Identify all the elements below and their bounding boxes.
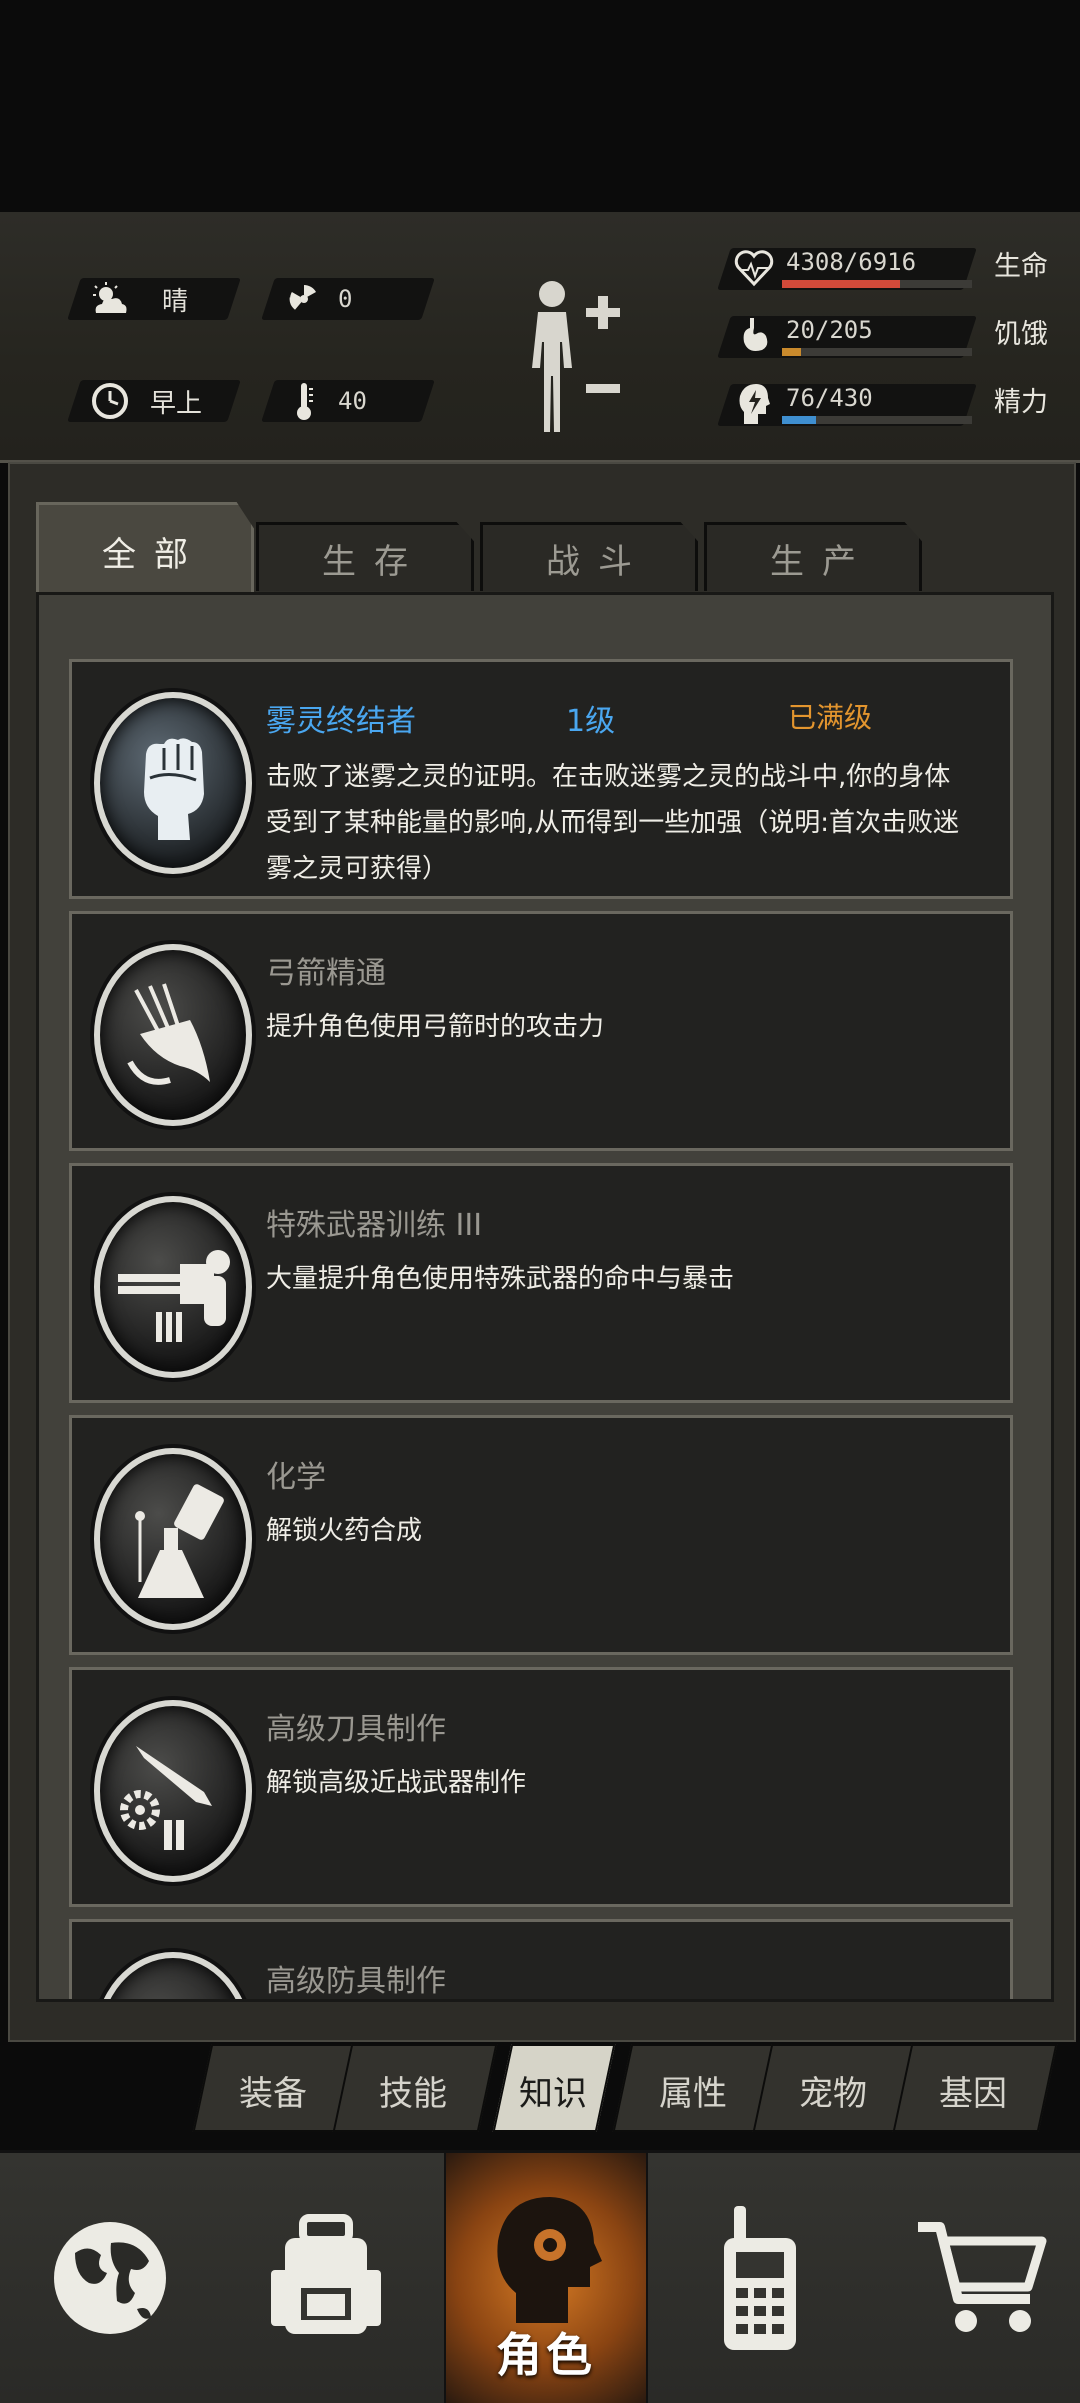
temperature-value: 40 [338, 387, 367, 415]
globe-icon [54, 2222, 166, 2334]
armor-icon [94, 1952, 252, 1999]
knowledge-name: 化学 [266, 1460, 326, 1495]
bottom-nav: 角色 [0, 2150, 1080, 2403]
hunger-value: 20/205 [786, 316, 873, 344]
knowledge-name: 高级刀具制作 [266, 1712, 446, 1747]
knowledge-desc: 击败了迷雾之灵的证明。在击败迷雾之灵的战斗中,你的身体受到了某种能量的影响,从而… [266, 762, 960, 884]
knowledge-card-advanced-knife[interactable]: 高级刀具制作 解锁高级近战武器制作 [69, 1667, 1013, 1907]
energy-label: 精力 [994, 387, 1048, 418]
backpack-icon [271, 2214, 381, 2334]
temperature-status: 40 [284, 381, 367, 421]
thermometer-icon [284, 381, 324, 421]
health-label: 生命 [994, 251, 1048, 282]
head-gear-icon [497, 2197, 602, 2323]
knowledge-card-advanced-armor[interactable]: 高级防具制作 [69, 1919, 1013, 1999]
time-status: 早上 [90, 381, 202, 421]
knowledge-card-special-weapons[interactable]: 特殊武器训练 III 大量提升角色使用特殊武器的命中与暴击 [69, 1163, 1013, 1403]
knowledge-desc: 大量提升角色使用特殊武器的命中与暴击 [266, 1264, 735, 1294]
hunger-label: 饥饿 [994, 319, 1048, 350]
sunny-cloud-icon [90, 279, 130, 319]
knowledge-list[interactable]: 雾灵终结者 1级 已满级 击败了迷雾之灵的证明。在击败迷雾之灵的战斗中,你的身体… [36, 592, 1054, 2002]
health-value: 4308/6916 [786, 248, 917, 276]
nav-map[interactable] [10, 2153, 210, 2403]
knowledge-desc: 提升角色使用弓箭时的攻击力 [266, 1012, 605, 1042]
knife-gear-icon [94, 1700, 252, 1882]
radiation-icon [284, 279, 324, 319]
nav-radio[interactable] [660, 2153, 860, 2403]
nav-shop[interactable] [880, 2153, 1080, 2403]
energy-value: 76/430 [786, 384, 873, 412]
energy-head-icon [736, 382, 772, 430]
fist-icon [94, 692, 252, 874]
tab-combat[interactable]: 战斗 [480, 522, 698, 591]
gatling-gun-icon [94, 1196, 252, 1378]
knowledge-card-archery[interactable]: 弓箭精通 提升角色使用弓箭时的攻击力 [69, 911, 1013, 1151]
radiation-value: 0 [338, 285, 353, 313]
arrows-quiver-icon [94, 944, 252, 1126]
tab-survival[interactable]: 生存 [256, 522, 474, 591]
stomach-icon [738, 316, 772, 360]
time-text: 早上 [150, 388, 203, 419]
knowledge-desc: 解锁高级近战武器制作 [266, 1768, 527, 1798]
weather-status: 晴 [90, 279, 188, 319]
tab-production[interactable]: 生产 [704, 522, 922, 591]
knowledge-card-chemistry[interactable]: 化学 解锁火药合成 [69, 1415, 1013, 1655]
knowledge-name: 高级防具制作 [266, 1964, 446, 1999]
knowledge-desc: 解锁火药合成 [266, 1516, 423, 1546]
clock-icon [90, 381, 130, 421]
knowledge-name: 雾灵终结者 [266, 704, 416, 739]
body-status-button[interactable] [520, 272, 630, 442]
knowledge-card-fog-slayer[interactable]: 雾灵终结者 1级 已满级 击败了迷雾之灵的证明。在击败迷雾之灵的战斗中,你的身体… [69, 659, 1013, 899]
flask-icon [94, 1448, 252, 1630]
radio-icon [724, 2206, 796, 2350]
status-header: 晴 0 早上 40 4308/6916 生命 20/205 饥饿 76/430 … [0, 212, 1080, 463]
nav-character[interactable]: 角色 [444, 2153, 648, 2403]
weather-text: 晴 [162, 286, 189, 317]
knowledge-level: 1级 [566, 704, 616, 739]
knowledge-name: 特殊武器训练 III [266, 1208, 483, 1243]
max-level-badge: 已满级 [788, 701, 873, 734]
radiation-status: 0 [284, 279, 352, 319]
knowledge-name: 弓箭精通 [266, 956, 386, 991]
tab-all[interactable]: 全部 [36, 502, 254, 597]
human-figure-icon [532, 281, 620, 432]
nav-backpack[interactable] [226, 2153, 426, 2403]
nav-character-label: 角色 [496, 2328, 596, 2382]
heart-icon [734, 248, 774, 292]
shopping-cart-icon [918, 2222, 1047, 2332]
character-subtabs: 装备 技能 知识 属性 宠物 基因 [192, 2044, 1064, 2132]
